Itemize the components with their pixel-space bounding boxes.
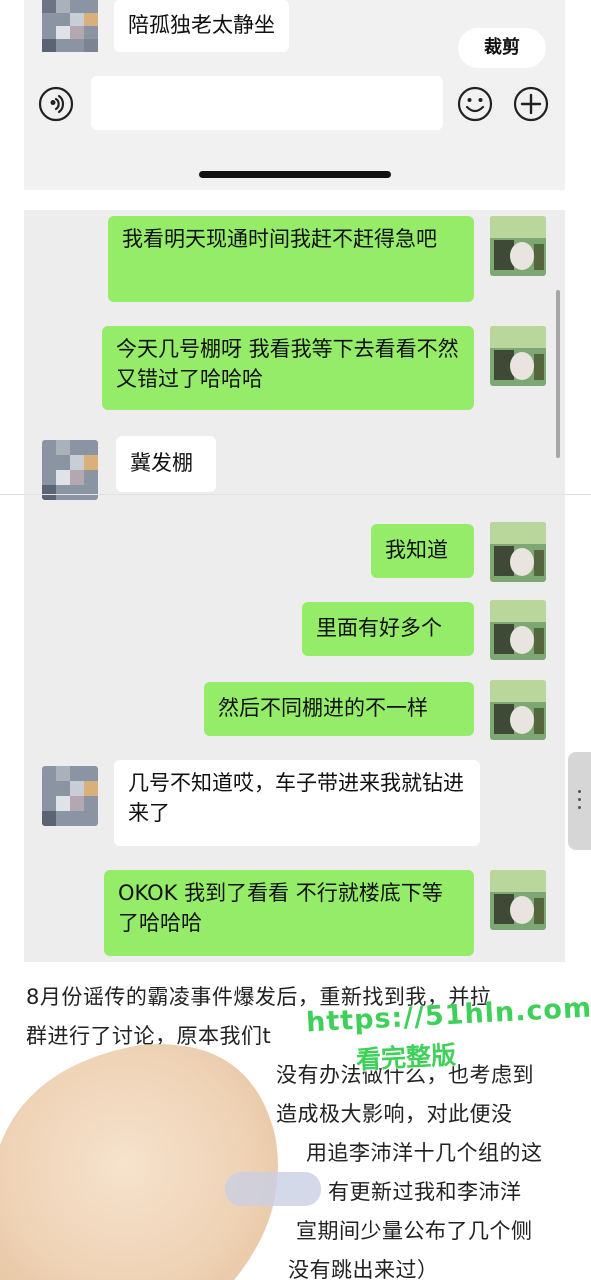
top-chat-screenshot: 陪孤独老太静坐 裁剪 <box>24 0 565 190</box>
self-avatar[interactable] <box>490 216 546 276</box>
blurred-text-patch <box>225 1172 321 1206</box>
received-message-bubble[interactable]: 几号不知道哎，车子带进来我就钻进来了 <box>114 760 480 846</box>
sent-message-bubble[interactable]: 我知道 <box>371 524 474 578</box>
crop-button[interactable]: 裁剪 <box>458 28 546 68</box>
self-avatar[interactable] <box>490 680 546 740</box>
image-seam <box>0 494 591 495</box>
finger-overlay <box>0 1025 290 1280</box>
home-indicator <box>199 171 391 178</box>
message-text: 冀发棚 <box>130 451 193 475</box>
chat-screenshot: 我看明天现通时间我赶不赶得急吧 今天几号棚呀 我看我等下去看看不然又错过了哈哈哈… <box>24 210 565 962</box>
plus-icon[interactable] <box>513 86 549 122</box>
self-avatar[interactable] <box>490 326 546 386</box>
dot-icon <box>578 798 581 801</box>
voice-icon[interactable] <box>38 86 74 122</box>
contact-avatar[interactable] <box>42 766 98 826</box>
dot-icon <box>578 806 581 809</box>
sent-message-bubble[interactable]: 里面有好多个 <box>302 602 474 656</box>
received-message-bubble[interactable]: 冀发棚 <box>116 436 216 492</box>
message-text: 今天几号棚呀 我看我等下去看看不然又错过了哈哈哈 <box>116 337 459 391</box>
self-avatar[interactable] <box>490 600 546 660</box>
contact-message-text: 陪孤独老太静坐 <box>128 13 275 37</box>
message-text: 我看明天现通时间我赶不赶得急吧 <box>122 227 437 251</box>
message-text: 然后不同棚进的不一样 <box>218 696 428 720</box>
contact-avatar[interactable] <box>42 440 98 500</box>
sent-message-bubble[interactable]: OKOK 我到了看看 不行就楼底下等了哈哈哈 <box>104 870 474 956</box>
message-text: OKOK 我到了看看 不行就楼底下等了哈哈哈 <box>118 881 443 935</box>
chat-input-bar <box>24 72 565 134</box>
contact-avatar[interactable] <box>42 0 98 52</box>
message-text: 我知道 <box>385 538 448 562</box>
side-more-handle[interactable] <box>568 752 591 850</box>
sent-message-bubble[interactable]: 我看明天现通时间我赶不赶得急吧 <box>108 216 474 302</box>
dot-icon <box>578 790 581 793</box>
sent-message-bubble[interactable]: 今天几号棚呀 我看我等下去看看不然又错过了哈哈哈 <box>102 326 474 410</box>
emoji-icon[interactable] <box>457 86 493 122</box>
chat-scrollbar[interactable] <box>556 290 560 458</box>
contact-message-bubble[interactable]: 陪孤独老太静坐 <box>114 0 289 52</box>
message-input[interactable] <box>91 76 443 130</box>
self-avatar[interactable] <box>490 870 546 930</box>
message-text: 几号不知道哎，车子带进来我就钻进来了 <box>128 771 464 825</box>
message-text: 里面有好多个 <box>316 616 442 640</box>
self-avatar[interactable] <box>490 522 546 582</box>
watermark-subtitle: 看完整版 <box>355 1040 457 1075</box>
sent-message-bubble[interactable]: 然后不同棚进的不一样 <box>204 682 474 736</box>
